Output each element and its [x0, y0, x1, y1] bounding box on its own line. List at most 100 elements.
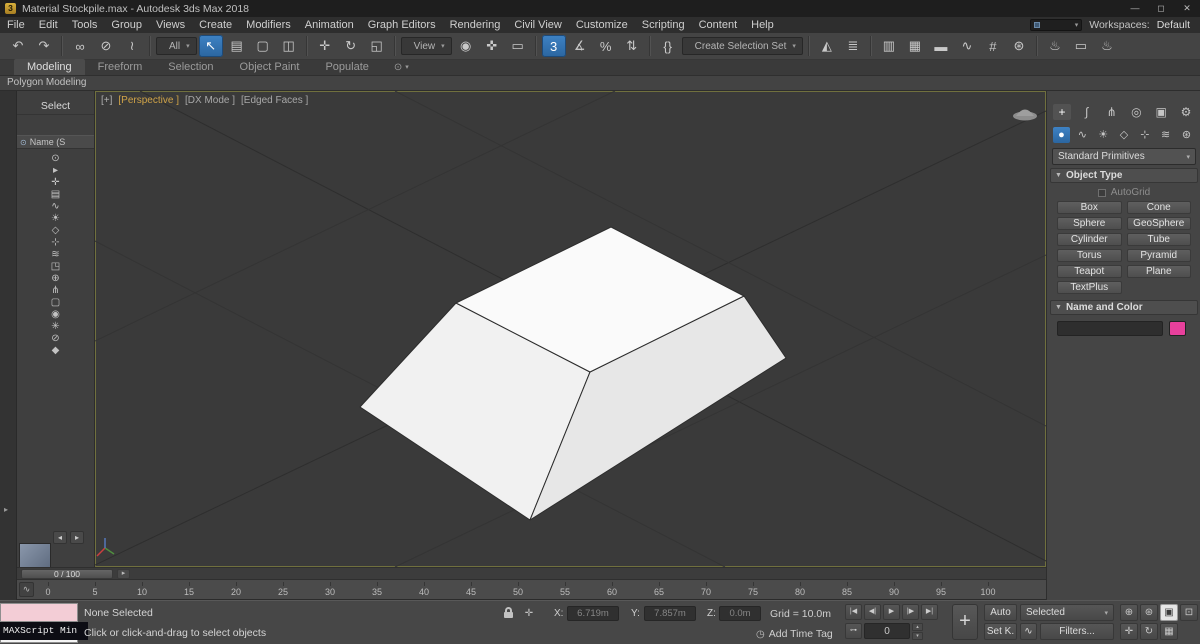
menu-civil-view[interactable]: Civil View: [507, 17, 568, 33]
expand-icon[interactable]: ▸: [48, 165, 64, 177]
explorer-select-menu[interactable]: Select: [17, 97, 94, 115]
modify-tab-icon[interactable]: ∫: [1078, 104, 1096, 120]
stockpile-object[interactable]: [359, 226, 787, 521]
time-slider-track[interactable]: 0 / 100 ▸: [17, 567, 1046, 580]
zoom-icon[interactable]: ⊕: [1120, 604, 1138, 621]
viewport-shading-label[interactable]: [Edged Faces ]: [241, 95, 308, 106]
sort-icon[interactable]: ⊙: [48, 153, 64, 165]
display-materials-icon[interactable]: ◉: [48, 309, 64, 321]
render-production-icon[interactable]: ♨: [1095, 35, 1119, 57]
toggle-scene-explorer-icon[interactable]: ▥: [877, 35, 901, 57]
undo-icon[interactable]: ↶: [6, 35, 30, 57]
explorer-column-header[interactable]: ⊙ Name (S: [17, 135, 94, 149]
ribbon-config-dropdown[interactable]: ⊙ ▾: [394, 59, 409, 75]
select-and-rotate-icon[interactable]: ↻: [339, 35, 363, 57]
named-selection-set-dropdown[interactable]: Create Selection Set ▾: [681, 37, 803, 55]
name-color-rollout-header[interactable]: ▼ Name and Color: [1050, 300, 1198, 315]
mini-curve-editor-button[interactable]: ∿: [19, 582, 34, 597]
tab-populate[interactable]: Populate: [312, 59, 381, 75]
use-pivot-point-icon[interactable]: ◉: [454, 35, 478, 57]
select-and-move-icon[interactable]: ✛: [313, 35, 337, 57]
display-frozen-icon[interactable]: ✳: [48, 321, 64, 333]
spinner-snap-icon[interactable]: ⇅: [620, 35, 644, 57]
set-keys-button[interactable]: +: [952, 604, 978, 640]
select-and-scale-icon[interactable]: ◱: [365, 35, 389, 57]
auto-key-button[interactable]: Auto: [984, 604, 1017, 621]
create-tab-icon[interactable]: +: [1053, 104, 1071, 120]
rectangular-selection-region-icon[interactable]: ▢: [251, 35, 275, 57]
teapot-button[interactable]: Teapot: [1057, 265, 1122, 278]
display-children-icon[interactable]: ✛: [48, 177, 64, 189]
menu-rendering[interactable]: Rendering: [443, 17, 508, 33]
render-setup-icon[interactable]: ♨: [1043, 35, 1067, 57]
key-filters-button[interactable]: Filters...: [1040, 623, 1114, 640]
viewport-general-menu[interactable]: [+]: [101, 95, 112, 106]
menu-content[interactable]: Content: [692, 17, 745, 33]
lights-category-icon[interactable]: ☀: [1095, 127, 1112, 143]
object-color-swatch[interactable]: [1169, 321, 1186, 336]
angle-snap-icon[interactable]: ∡: [568, 35, 592, 57]
plane-button[interactable]: Plane: [1126, 265, 1191, 278]
display-geometry-icon[interactable]: ▤: [48, 189, 64, 201]
display-containers-icon[interactable]: ▢: [48, 297, 64, 309]
menu-tools[interactable]: Tools: [65, 17, 105, 33]
time-slider-handle[interactable]: 0 / 100: [21, 569, 113, 579]
primitive-type-dropdown[interactable]: Standard Primitives ▾: [1052, 148, 1196, 165]
coord-x-field[interactable]: 6.719m: [567, 606, 619, 621]
select-and-manipulate-icon[interactable]: ✜: [480, 35, 504, 57]
pan-icon[interactable]: ✛: [1120, 623, 1138, 640]
go-to-start-button[interactable]: |◀: [845, 604, 862, 620]
sphere-button[interactable]: Sphere: [1057, 217, 1122, 230]
schematic-view-icon[interactable]: #: [981, 35, 1005, 57]
mirror-icon[interactable]: ◭: [815, 35, 839, 57]
display-tab-icon[interactable]: ▣: [1152, 104, 1170, 120]
autogrid-checkbox[interactable]: [1097, 188, 1106, 197]
menu-help[interactable]: Help: [744, 17, 781, 33]
pyramid-button[interactable]: Pyramid: [1126, 249, 1191, 262]
menu-animation[interactable]: Animation: [298, 17, 361, 33]
object-type-rollout-header[interactable]: ▼ Object Type: [1050, 168, 1198, 183]
viewcube-home-icon[interactable]: [1013, 109, 1037, 121]
torus-button[interactable]: Torus: [1057, 249, 1122, 262]
go-to-end-button[interactable]: ▶|: [921, 604, 938, 620]
redo-icon[interactable]: ↷: [32, 35, 56, 57]
zoom-all-icon[interactable]: ⊛: [1140, 604, 1158, 621]
bind-to-space-warp-icon[interactable]: ≀: [120, 35, 144, 57]
ribbon-panel-title[interactable]: Polygon Modeling: [0, 76, 1200, 91]
menu-edit[interactable]: Edit: [32, 17, 65, 33]
tab-object-paint[interactable]: Object Paint: [227, 59, 313, 75]
minimize-button[interactable]: —: [1122, 0, 1148, 17]
unlink-selection-icon[interactable]: ⊘: [94, 35, 118, 57]
explorer-prev-button[interactable]: ◂: [53, 531, 67, 544]
motion-tab-icon[interactable]: ◎: [1127, 104, 1145, 120]
selection-lock-toggle[interactable]: [500, 606, 516, 622]
cameras-category-icon[interactable]: ◇: [1115, 127, 1132, 143]
menu-create[interactable]: Create: [192, 17, 239, 33]
helpers-category-icon[interactable]: ⊹: [1136, 127, 1153, 143]
spinner-up-button[interactable]: ▴: [912, 623, 923, 631]
add-time-tag-button[interactable]: ◷ Add Time Tag: [756, 628, 833, 640]
rendered-frame-window-icon[interactable]: ▭: [1069, 35, 1093, 57]
display-xrefs-icon[interactable]: ⊕: [48, 273, 64, 285]
viewport-pov-label[interactable]: [Perspective ]: [118, 95, 179, 106]
orbit-icon[interactable]: ↻: [1140, 623, 1158, 640]
geometry-category-icon[interactable]: ●: [1053, 127, 1070, 143]
display-lights-icon[interactable]: ☀: [48, 213, 64, 225]
display-shapes-icon[interactable]: ∿: [48, 201, 64, 213]
box-button[interactable]: Box: [1057, 201, 1122, 214]
absolute-offset-mode-toggle[interactable]: ✛: [521, 606, 537, 622]
align-icon[interactable]: ≣: [841, 35, 865, 57]
tube-button[interactable]: Tube: [1126, 233, 1191, 246]
cone-button[interactable]: Cone: [1126, 201, 1191, 214]
toggle-layer-explorer-icon[interactable]: ▦: [903, 35, 927, 57]
default-tangent-icon[interactable]: ∿: [1020, 623, 1037, 640]
menu-modifiers[interactable]: Modifiers: [239, 17, 298, 33]
tab-freeform[interactable]: Freeform: [85, 59, 156, 75]
quick-access-dropdown[interactable]: ▾: [1030, 19, 1083, 31]
select-and-link-icon[interactable]: ∞: [68, 35, 92, 57]
geosphere-button[interactable]: GeoSphere: [1126, 217, 1191, 230]
display-hidden-icon[interactable]: ⊘: [48, 333, 64, 345]
key-mode-toggle[interactable]: ⊶: [845, 623, 862, 639]
close-button[interactable]: ✕: [1174, 0, 1200, 17]
toggle-ribbon-icon[interactable]: ▬: [929, 35, 953, 57]
